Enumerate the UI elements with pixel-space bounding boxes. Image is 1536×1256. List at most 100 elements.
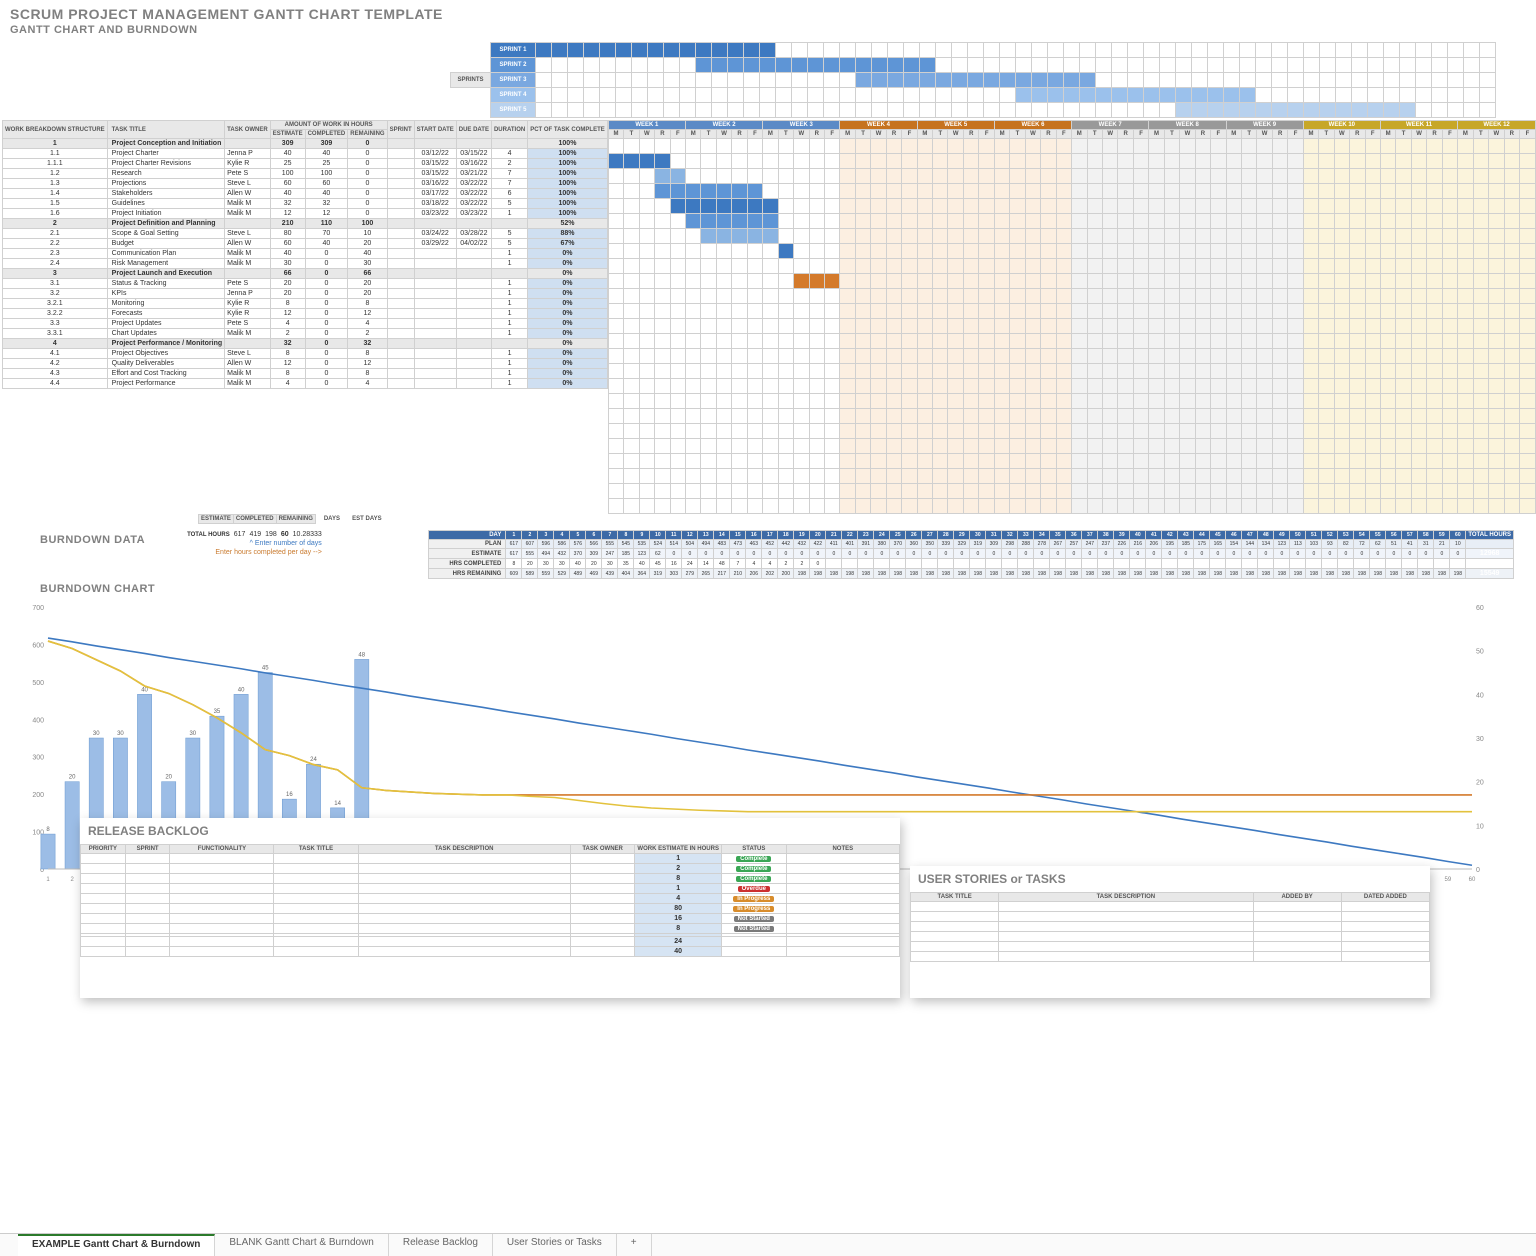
col-task: TASK TITLE (107, 121, 224, 139)
sprint-header: SPRINT 1SPRINT 2SPRINTSSPRINT 3SPRINT 4S… (450, 42, 1536, 118)
task-row[interactable]: 2.2BudgetAllen W60402003/29/2204/02/2256… (3, 239, 608, 249)
sheet-tab[interactable]: BLANK Gantt Chart & Burndown (215, 1234, 389, 1256)
task-row[interactable]: 3Project Launch and Execution660660% (3, 269, 608, 279)
add-sheet-button[interactable]: + (617, 1234, 652, 1256)
task-row[interactable]: 1.5GuidelinesMalik M3232003/18/2203/22/2… (3, 199, 608, 209)
week-header: WEEK 1 (608, 121, 685, 130)
release-row[interactable]: 80In Progress (81, 904, 900, 914)
note-days: ^ Enter number of days (185, 539, 324, 548)
task-row[interactable]: 1.3ProjectionsSteve L6060003/16/2203/22/… (3, 179, 608, 189)
sheet-tab[interactable]: EXAMPLE Gantt Chart & Burndown (18, 1234, 215, 1256)
task-row[interactable]: 1.2ResearchPete S100100003/15/2203/21/22… (3, 169, 608, 179)
week-header: WEEK 8 (1149, 121, 1226, 130)
week-header: WEEK 10 (1303, 121, 1380, 130)
task-row[interactable]: 1Project Conception and Initiation309309… (3, 139, 608, 149)
svg-text:10: 10 (1476, 823, 1484, 830)
week-header: WEEK 4 (840, 121, 917, 130)
svg-text:45: 45 (262, 666, 269, 672)
status-badge: In Progress (733, 896, 774, 902)
user-story-row[interactable] (911, 932, 1430, 942)
col-amount: AMOUNT OF WORK IN HOURS (270, 121, 387, 130)
sheet-tabs: EXAMPLE Gantt Chart & BurndownBLANK Gant… (0, 1233, 1536, 1256)
svg-text:200: 200 (32, 792, 44, 799)
task-row[interactable]: 4.1Project ObjectivesSteve L80810% (3, 349, 608, 359)
col-rem: REMAINING (348, 130, 387, 139)
task-row[interactable]: 2.4Risk ManagementMalik M3003010% (3, 259, 608, 269)
user-story-row[interactable] (911, 902, 1430, 912)
sheet-tab[interactable]: Release Backlog (389, 1234, 493, 1256)
release-row[interactable]: 16Not Started (81, 914, 900, 924)
week-header: WEEK 5 (917, 121, 994, 130)
task-row[interactable]: 3.2KPIsJenna P2002010% (3, 289, 608, 299)
svg-text:24: 24 (310, 757, 317, 763)
svg-text:14: 14 (334, 801, 341, 807)
task-row[interactable]: 3.3Project UpdatesPete S40410% (3, 319, 608, 329)
user-stories-table[interactable]: TASK TITLETASK DESCRIPTIONADDED BYDATED … (910, 892, 1430, 962)
svg-text:30: 30 (117, 731, 124, 737)
status-badge: Overdue (738, 886, 770, 892)
week-header: WEEK 3 (763, 121, 840, 130)
task-table[interactable]: WORK BREAKDOWN STRUCTURE TASK TITLE TASK… (2, 120, 608, 389)
svg-text:20: 20 (69, 775, 76, 781)
task-row[interactable]: 2.3Communication PlanMalik M4004010% (3, 249, 608, 259)
release-row[interactable]: 8Complete (81, 874, 900, 884)
release-table[interactable]: PRIORITYSPRINTFUNCTIONALITYTASK TITLETAS… (80, 844, 900, 957)
task-row[interactable]: 4Project Performance / Monitoring320320% (3, 339, 608, 349)
task-row[interactable]: 2Project Definition and Planning21011010… (3, 219, 608, 229)
task-row[interactable]: 3.2.1MonitoringKylie R80810% (3, 299, 608, 309)
sheet-tab[interactable]: User Stories or Tasks (493, 1234, 617, 1256)
task-row[interactable]: 3.3.1Chart UpdatesMalik M20210% (3, 329, 608, 339)
release-row[interactable]: 1Overdue (81, 884, 900, 894)
burndown-table[interactable]: DAY1234567891011121314151617181920212223… (428, 530, 1514, 579)
svg-text:40: 40 (238, 687, 245, 693)
task-row[interactable]: 1.1Project CharterJenna P4040003/12/2203… (3, 149, 608, 159)
svg-text:30: 30 (189, 731, 196, 737)
status-badge: Complete (736, 866, 771, 872)
svg-text:40: 40 (1476, 692, 1484, 699)
status-badge: Complete (736, 876, 771, 882)
user-stories-card: USER STORIES or TASKS TASK TITLETASK DES… (910, 866, 1430, 998)
svg-text:20: 20 (1476, 780, 1484, 787)
task-row[interactable]: 3.1Status & TrackingPete S2002010% (3, 279, 608, 289)
svg-text:500: 500 (32, 680, 44, 687)
user-story-row[interactable] (911, 952, 1430, 962)
task-row[interactable]: 1.1.1Project Charter RevisionsKylie R252… (3, 159, 608, 169)
release-row[interactable]: 24 (81, 937, 900, 947)
svg-text:30: 30 (93, 731, 100, 737)
release-row[interactable]: 40 (81, 947, 900, 957)
task-row[interactable]: 1.6Project InitiationMalik M1212003/23/2… (3, 209, 608, 219)
task-row[interactable]: 4.4Project PerformanceMalik M40410% (3, 379, 608, 389)
task-row[interactable]: 1.4StakeholdersAllen W4040003/17/2203/22… (3, 189, 608, 199)
task-row[interactable]: 2.1Scope & Goal SettingSteve L80701003/2… (3, 229, 608, 239)
sprint-label-5: SPRINT 5 (491, 103, 536, 118)
week-header: WEEK 7 (1072, 121, 1149, 130)
user-story-row[interactable] (911, 922, 1430, 932)
svg-text:1: 1 (46, 877, 50, 883)
task-row[interactable]: 4.2Quality DeliverablesAllen W1201210% (3, 359, 608, 369)
release-row[interactable]: 2Complete (81, 864, 900, 874)
col-sprint: SPRINT (387, 121, 414, 139)
status-badge: Not Started (734, 926, 774, 932)
gantt-grid: WEEK 1WEEK 2WEEK 3WEEK 4WEEK 5WEEK 6WEEK… (608, 120, 1536, 514)
chart-title: BURNDOWN CHART (0, 579, 1536, 599)
note-hours: Enter hours completed per day --> (185, 548, 324, 557)
page-title: SCRUM PROJECT MANAGEMENT GANTT CHART TEM… (0, 0, 1536, 22)
col-due: DUE DATE (456, 121, 491, 139)
task-row[interactable]: 4.3Effort and Cost TrackingMalik M80810% (3, 369, 608, 379)
release-row[interactable]: 1Complete (81, 854, 900, 864)
svg-text:60: 60 (1469, 877, 1476, 883)
svg-text:48: 48 (358, 652, 365, 658)
week-header: WEEK 12 (1458, 121, 1536, 130)
task-row[interactable]: 3.2.2ForecastsKylie R1201210% (3, 309, 608, 319)
user-story-row[interactable] (911, 942, 1430, 952)
svg-text:59: 59 (1445, 877, 1452, 883)
release-backlog-card: RELEASE BACKLOG PRIORITYSPRINTFUNCTIONAL… (80, 818, 900, 998)
release-title: RELEASE BACKLOG (80, 818, 900, 844)
svg-text:35: 35 (214, 709, 221, 715)
user-story-row[interactable] (911, 912, 1430, 922)
sprints-label: SPRINTS (451, 73, 491, 88)
release-row[interactable]: 4In Progress (81, 894, 900, 904)
col-dur: DURATION (491, 121, 527, 139)
status-badge: In Progress (733, 906, 774, 912)
release-row[interactable]: 8Not Started (81, 924, 900, 934)
